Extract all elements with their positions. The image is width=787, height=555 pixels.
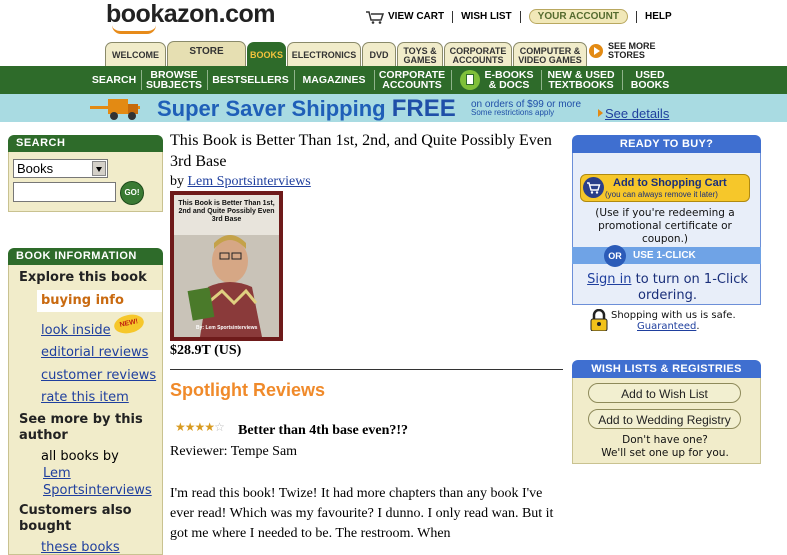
- star-icon: ★: [204, 420, 215, 434]
- banner-free: FREE: [391, 95, 456, 122]
- search-category-select[interactable]: Books: [13, 159, 108, 178]
- redeem-note: (Use if you're redeeming a promotional c…: [595, 207, 735, 245]
- author-link-line1[interactable]: Lem: [43, 466, 71, 481]
- divider: [170, 369, 563, 370]
- nav-magazines[interactable]: MAGAZINES: [296, 66, 372, 94]
- star-rating: ★★★★☆: [175, 420, 225, 434]
- safe-shopping-note: Shopping with us is safe. Guaranteed.: [611, 310, 736, 332]
- tab-computer-video-games[interactable]: COMPUTER & VIDEO GAMES: [513, 42, 587, 68]
- nav-divider: [622, 70, 623, 90]
- tab-toys-games[interactable]: TOYS & GAMES: [397, 42, 443, 68]
- banner-title: Super Saver Shipping FREE: [157, 95, 456, 122]
- see-details-link[interactable]: See details: [597, 106, 669, 121]
- review-title: Better than 4th base even?!?: [238, 423, 409, 438]
- cover-title: This Book is Better Than 1st, 2nd and Qu…: [178, 200, 275, 223]
- or-badge: OR: [604, 245, 626, 267]
- these-books-link[interactable]: these books: [41, 540, 120, 555]
- search-box-heading: SEARCH: [8, 135, 163, 152]
- ready-to-buy-heading: READY TO BUY?: [572, 135, 761, 153]
- cart-icon: [583, 177, 604, 198]
- nav-divider: [141, 70, 142, 90]
- buying-info-selected[interactable]: buying info: [37, 290, 162, 312]
- view-cart-link[interactable]: VIEW CART: [388, 11, 444, 22]
- byline: by Lem Sportsinterviews: [170, 174, 311, 189]
- author-link[interactable]: Lem Sportsinterviews: [188, 174, 311, 189]
- store-tabs: WELCOME STORE BOOKS ELECTRONICS DVD TOYS…: [105, 41, 588, 68]
- rate-item-link[interactable]: rate this item: [41, 390, 129, 405]
- site-logo[interactable]: bookazon.com: [106, 0, 276, 34]
- banner-terms: on orders of $99 or more Some restrictio…: [471, 99, 582, 117]
- explore-heading: Explore this book: [19, 270, 147, 285]
- logo-swoosh: [112, 25, 156, 34]
- arrow-circle-icon: [589, 44, 603, 58]
- wish-list-link[interactable]: WISH LIST: [461, 11, 512, 22]
- tab-dvd[interactable]: DVD: [362, 42, 396, 68]
- tab-welcome[interactable]: WELCOME: [105, 42, 166, 68]
- sign-in-text: Sign in to turn on 1-Click ordering.: [587, 272, 748, 303]
- star-icon: ★: [184, 420, 196, 434]
- divider: [519, 10, 521, 23]
- book-info-heading: BOOK INFORMATION: [8, 248, 163, 265]
- add-to-wish-list-button[interactable]: Add to Wish List: [588, 383, 741, 403]
- star-empty-icon: ☆: [214, 420, 225, 434]
- tab-store[interactable]: STORE: [167, 41, 246, 68]
- nav-divider: [451, 70, 452, 90]
- ebook-icon: [460, 70, 481, 90]
- divider: [452, 10, 454, 23]
- tab-corporate-accounts[interactable]: CORPORATE ACCOUNTS: [444, 42, 512, 68]
- look-inside-link[interactable]: look inside: [41, 323, 111, 338]
- truck-icon: [90, 99, 140, 120]
- review-body: I'm read this book! Twize! It had more c…: [170, 486, 554, 541]
- add-to-wedding-registry-button[interactable]: Add to Wedding Registry: [588, 409, 741, 429]
- product-title: This Book is Better Than 1st, 2nd, and Q…: [170, 132, 552, 170]
- star-icon: ★: [194, 420, 206, 434]
- customers-also-bought-heading: Customers also bought: [19, 503, 132, 534]
- nav-divider: [374, 70, 375, 90]
- star-icon: ★: [175, 420, 186, 434]
- book-cover-image[interactable]: This Book is Better Than 1st, 2nd and Qu…: [170, 191, 283, 341]
- your-account-button[interactable]: YOUR ACCOUNT: [528, 9, 628, 24]
- customer-reviews-link[interactable]: customer reviews: [41, 368, 156, 383]
- all-books-by-label: all books by: [41, 449, 119, 464]
- nav-search[interactable]: SEARCH: [88, 66, 140, 94]
- nav-bestsellers[interactable]: BESTSELLERS: [209, 66, 292, 94]
- wish-lists-heading: WISH LISTS & REGISTRIES: [572, 360, 761, 378]
- add-to-cart-button[interactable]: Add to Shopping Cart (you can always rem…: [580, 174, 750, 202]
- sign-in-link[interactable]: Sign in: [587, 272, 631, 287]
- editorial-reviews-link[interactable]: editorial reviews: [41, 345, 148, 360]
- author-link-line2[interactable]: Sportsinterviews: [43, 483, 152, 498]
- spotlight-reviews-heading: Spotlight Reviews: [170, 380, 326, 400]
- tab-books[interactable]: BOOKS: [247, 42, 286, 68]
- search-input[interactable]: [13, 182, 116, 202]
- use-one-click-label: USE 1-CLICK: [633, 250, 696, 261]
- nav-corporate-accounts[interactable]: CORPORATE ACCOUNTS: [376, 66, 448, 94]
- nav-ebooks-docs[interactable]: E-BOOKS & DOCS: [456, 66, 538, 94]
- nav-divider: [207, 70, 208, 90]
- price: $28.9T (US): [170, 343, 242, 358]
- see-more-author-heading: See more by this author: [19, 412, 143, 443]
- see-more-stores[interactable]: SEE MORE STORES: [589, 42, 656, 60]
- reviewer: Reviewer: Tempe Sam: [170, 444, 298, 459]
- top-links: VIEW CART WISH LIST YOUR ACCOUNT HELP: [366, 9, 672, 24]
- divider: [635, 10, 637, 23]
- dont-have-one-note: Don't have one? We'll set one up for you…: [601, 434, 729, 459]
- lock-icon: [590, 309, 608, 331]
- help-link[interactable]: HELP: [645, 11, 672, 22]
- nav-divider: [541, 70, 542, 90]
- tab-electronics[interactable]: ELECTRONICS: [287, 42, 361, 68]
- chevron-down-icon: [92, 161, 106, 176]
- cover-author: By: Lem Sportsinterviews: [196, 325, 258, 331]
- cart-icon[interactable]: [366, 10, 385, 24]
- nav-divider: [294, 70, 295, 90]
- nav-used-books[interactable]: USED BOOKS: [625, 66, 675, 94]
- go-button[interactable]: GO!: [120, 181, 144, 205]
- guaranteed-link[interactable]: Guaranteed: [637, 321, 696, 332]
- nav-new-used-textbooks[interactable]: NEW & USED TEXTBOOKS: [543, 66, 619, 94]
- nav-browse-subjects[interactable]: BROWSE SUBJECTS: [143, 66, 205, 94]
